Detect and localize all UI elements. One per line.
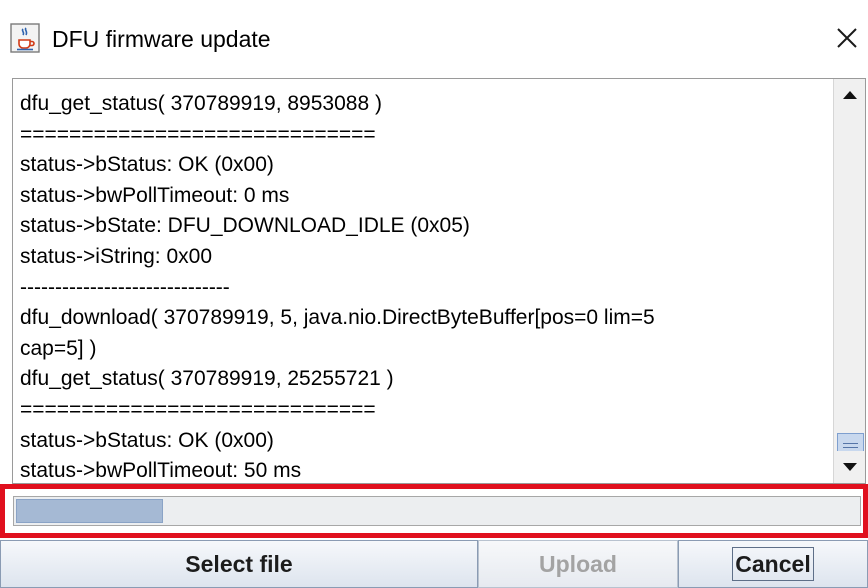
upload-label: Upload — [539, 550, 617, 577]
log-line: ------------------------------ — [20, 275, 230, 299]
title-bar: DFU firmware update — [0, 0, 868, 78]
close-button[interactable] — [830, 18, 864, 58]
log-line: status->bStatus: OK (0x00) — [20, 428, 274, 452]
scroll-up-button[interactable] — [834, 79, 865, 111]
log-line: status->bwPollTimeout: 50 ms — [20, 459, 302, 483]
progress-bar — [13, 496, 861, 526]
log-line: dfu_get_status( 370789919, 8953088 ) — [20, 92, 382, 115]
select-file-label: Select file — [185, 550, 293, 577]
log-line: status->bState: DFU_DOWNLOAD_IDLE (0x05) — [20, 214, 470, 238]
log-line: status->bStatus: OK (0x00) — [20, 153, 274, 177]
cancel-label: Cancel — [735, 551, 811, 577]
vertical-scrollbar[interactable] — [833, 79, 865, 483]
upload-button[interactable]: Upload — [478, 540, 678, 588]
cancel-focus-ring: Cancel — [732, 547, 814, 581]
select-file-button[interactable]: Select file — [0, 540, 478, 588]
button-row: Select file Upload Cancel — [0, 540, 868, 588]
log-text: dfu_get_status( 370789919, 8953088 ) ====… — [20, 89, 830, 483]
progress-highlight — [0, 484, 868, 538]
scroll-down-button[interactable] — [834, 451, 865, 483]
log-text-area[interactable]: dfu_get_status( 370789919, 8953088 ) ====… — [12, 78, 866, 484]
close-icon[interactable] — [830, 18, 864, 58]
log-line: dfu_get_status( 370789919, 25255721 ) — [20, 367, 394, 391]
log-line: cap=5] ) — [20, 336, 97, 360]
java-cup-icon — [10, 23, 40, 53]
log-line: dfu_download( 370789919, 5, java.nio.Dir… — [20, 306, 655, 330]
log-line: ============================= — [20, 397, 376, 421]
log-line: status->iString: 0x00 — [20, 244, 213, 268]
cancel-button[interactable]: Cancel — [678, 540, 868, 588]
log-line: status->bwPollTimeout: 0 ms — [20, 183, 290, 207]
log-line: ============================= — [20, 122, 376, 146]
window-title: DFU firmware update — [52, 26, 271, 52]
arrow-down-icon — [843, 463, 857, 471]
progress-fill — [16, 499, 163, 523]
arrow-up-icon — [843, 91, 857, 99]
